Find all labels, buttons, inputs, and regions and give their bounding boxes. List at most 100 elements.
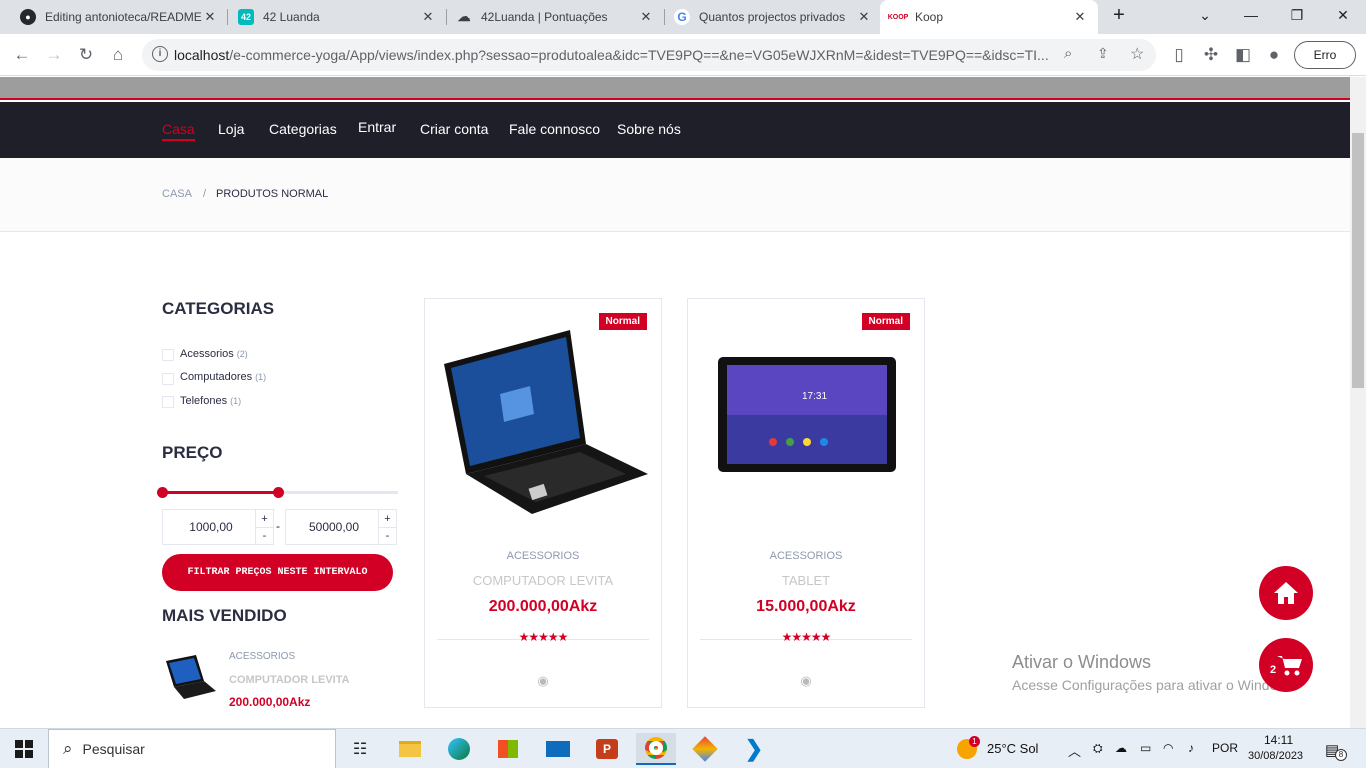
git-app-icon[interactable] bbox=[685, 733, 725, 765]
price-min-input[interactable]: 1000,00 + - bbox=[162, 509, 274, 545]
cloud-icon[interactable]: ☁ bbox=[1115, 741, 1127, 755]
home-icon[interactable]: ⌂ bbox=[106, 43, 130, 67]
price-min-decrement[interactable]: - bbox=[255, 527, 273, 545]
breadcrumb-home[interactable]: Casa bbox=[162, 188, 192, 200]
eye-icon[interactable]: ◉ bbox=[688, 673, 924, 689]
info-icon[interactable]: i bbox=[152, 46, 168, 62]
product-image-laptop[interactable] bbox=[440, 324, 650, 519]
bestseller-name[interactable]: COMPUTADOR LEVITA bbox=[229, 674, 350, 686]
usb-icon[interactable]: ⛭ bbox=[1093, 741, 1103, 756]
share-icon[interactable]: ⇪ bbox=[1097, 45, 1109, 62]
product-name[interactable]: TABLET bbox=[688, 573, 924, 588]
bestseller-thumbnail[interactable] bbox=[162, 651, 218, 705]
filter-prices-button[interactable]: FILTRAR PREÇOS NESTE INTERVALO bbox=[162, 554, 393, 591]
category-name[interactable]: Telefones bbox=[180, 395, 227, 407]
chevron-down-icon[interactable]: ⌄ bbox=[1182, 0, 1228, 30]
category-name[interactable]: Computadores bbox=[180, 371, 252, 383]
price-max-decrement[interactable]: - bbox=[378, 527, 396, 545]
category-checkbox[interactable] bbox=[162, 373, 174, 385]
tab-42luanda-pontuacoes[interactable]: ☁ 42Luanda | Pontuações ✕ bbox=[446, 0, 664, 34]
tab-title: Koop bbox=[915, 10, 944, 24]
file-explorer-icon[interactable] bbox=[390, 733, 430, 765]
tab-42-luanda[interactable]: 42 42 Luanda ✕ bbox=[228, 0, 446, 34]
nav-item-casa[interactable]: Casa bbox=[162, 121, 195, 141]
vscode-icon[interactable]: ❯ bbox=[734, 733, 774, 765]
main-nav: Casa Loja Categorias Entrar Criar conta … bbox=[0, 102, 1350, 158]
close-icon[interactable]: ✕ bbox=[420, 9, 436, 25]
task-view-icon[interactable]: ☷ bbox=[340, 733, 380, 765]
search-icon: ⌕ bbox=[63, 739, 73, 758]
home-fab-button[interactable] bbox=[1259, 566, 1313, 620]
wifi-icon[interactable]: ◠ bbox=[1163, 741, 1173, 755]
edge-icon[interactable] bbox=[439, 733, 479, 765]
error-button[interactable]: Erro bbox=[1294, 41, 1356, 69]
nav-item-entrar[interactable]: Entrar bbox=[358, 119, 396, 135]
reload-icon[interactable]: ↻ bbox=[74, 43, 98, 67]
price-min-increment[interactable]: + bbox=[255, 510, 273, 528]
clock-date[interactable]: 30/08/2023 bbox=[1248, 750, 1303, 762]
mail-icon[interactable] bbox=[538, 733, 578, 765]
nav-item-sobre-nos[interactable]: Sobre nós bbox=[617, 121, 681, 137]
cart-fab-button[interactable]: 2 bbox=[1259, 638, 1313, 692]
language-indicator[interactable]: POR bbox=[1212, 741, 1238, 755]
url-text[interactable]: localhost/e-commerce-yoga/App/views/inde… bbox=[174, 47, 1054, 63]
new-tab-icon[interactable]: + bbox=[1096, 0, 1142, 30]
windows-activation-text: Acesse Configurações para ativar o Windo… bbox=[1012, 677, 1299, 693]
category-name[interactable]: Acessorios bbox=[180, 348, 234, 360]
restore-icon[interactable]: ❐ bbox=[1274, 0, 1320, 30]
taskbar-search-placeholder: Pesquisar bbox=[82, 741, 145, 757]
extension-mouse-icon[interactable]: ▯ bbox=[1167, 43, 1191, 67]
price-max-increment[interactable]: + bbox=[378, 510, 396, 528]
product-category: ACESSORIOS bbox=[506, 550, 580, 562]
price-max-value[interactable]: 50000,00 bbox=[286, 520, 382, 534]
nav-item-fale-connosco[interactable]: Fale connosco bbox=[509, 121, 600, 137]
close-icon[interactable]: ✕ bbox=[638, 9, 654, 25]
battery-icon[interactable]: ▭ bbox=[1140, 741, 1151, 755]
weather-sun-icon[interactable]: 1 bbox=[957, 736, 980, 759]
store-icon[interactable] bbox=[488, 733, 528, 765]
minimize-icon[interactable]: — bbox=[1228, 0, 1274, 30]
windows-taskbar: ⌕ Pesquisar ☷ P ❯ 1 25°C Sol ︿ ⛭ ☁ ▭ ◠ ♪… bbox=[0, 728, 1366, 768]
product-card[interactable]: Normal 17:31 ACESSORIOS TABLET 15.000,00… bbox=[687, 298, 925, 708]
windows-start-icon[interactable] bbox=[4, 733, 44, 765]
powerpoint-icon[interactable]: P bbox=[587, 733, 627, 765]
price-min-value[interactable]: 1000,00 bbox=[163, 520, 259, 534]
category-checkbox[interactable] bbox=[162, 396, 174, 408]
close-icon[interactable]: ✕ bbox=[1072, 9, 1088, 25]
tab-google[interactable]: G Quantos projectos privados ✕ bbox=[664, 0, 882, 34]
price-slider-min-handle[interactable] bbox=[157, 487, 168, 498]
side-panel-icon[interactable]: ◧ bbox=[1231, 43, 1255, 67]
product-name[interactable]: COMPUTADOR LEVITA bbox=[425, 573, 661, 588]
close-icon[interactable]: ✕ bbox=[856, 9, 872, 25]
address-bar[interactable]: i localhost/e-commerce-yoga/App/views/in… bbox=[142, 39, 1156, 71]
tab-koop[interactable]: KOOP Koop ✕ bbox=[880, 0, 1098, 34]
nav-item-criar-conta[interactable]: Criar conta bbox=[420, 121, 488, 137]
price-max-input[interactable]: 50000,00 + - bbox=[285, 509, 397, 545]
bookmark-star-icon[interactable]: ☆ bbox=[1130, 44, 1144, 64]
puzzle-icon[interactable]: ✣ bbox=[1199, 43, 1223, 67]
forward-icon[interactable]: → bbox=[42, 43, 66, 67]
nav-item-categorias[interactable]: Categorias bbox=[269, 121, 337, 137]
category-checkbox[interactable] bbox=[162, 349, 174, 361]
profile-icon[interactable]: ● bbox=[1262, 43, 1286, 67]
window-close-icon[interactable]: ✕ bbox=[1320, 0, 1366, 30]
price-slider-max-handle[interactable] bbox=[273, 487, 284, 498]
taskbar-search[interactable]: ⌕ Pesquisar bbox=[48, 729, 336, 768]
volume-icon[interactable]: ♪ bbox=[1188, 741, 1194, 755]
weather-text[interactable]: 25°C Sol bbox=[987, 741, 1038, 756]
tab-github[interactable]: ● Editing antonioteca/README ✕ bbox=[10, 0, 228, 34]
product-rating: ★★★★★ bbox=[518, 630, 569, 644]
tray-chevron-icon[interactable]: ︿ bbox=[1068, 741, 1081, 760]
close-icon[interactable]: ✕ bbox=[202, 9, 218, 25]
back-icon[interactable]: ← bbox=[10, 43, 34, 67]
chrome-icon[interactable] bbox=[636, 733, 676, 765]
product-card[interactable]: Normal ACESSORIOS COMPUTADOR LEVITA 200.… bbox=[424, 298, 662, 708]
zoom-icon[interactable]: ⌕ bbox=[1064, 45, 1072, 62]
scrollbar-thumb[interactable] bbox=[1352, 133, 1364, 388]
breadcrumb-separator: / bbox=[203, 188, 207, 200]
nav-item-loja[interactable]: Loja bbox=[218, 121, 244, 137]
product-image-tablet[interactable]: 17:31 bbox=[718, 357, 896, 472]
eye-icon[interactable]: ◉ bbox=[425, 673, 661, 689]
clock-time[interactable]: 14:11 bbox=[1264, 733, 1293, 747]
koop-icon: KOOP bbox=[888, 9, 908, 25]
